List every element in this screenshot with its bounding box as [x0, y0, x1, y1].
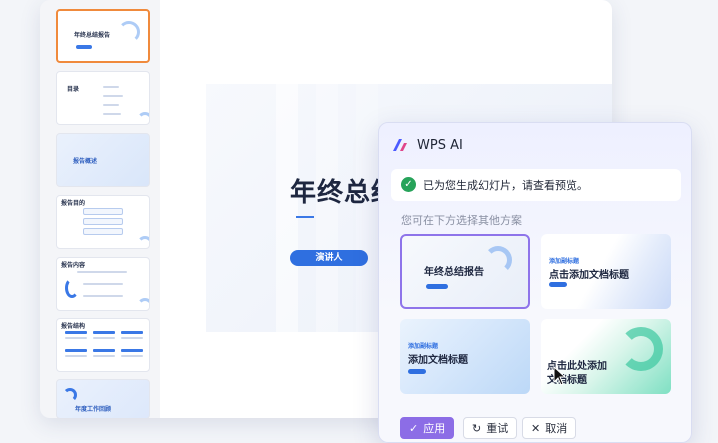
title-underline — [296, 216, 314, 218]
thumb-line — [65, 337, 87, 339]
thumb-bar — [65, 349, 87, 352]
thumb-line — [103, 86, 119, 88]
thumb-line — [103, 104, 119, 106]
thumb-line — [121, 337, 143, 339]
thumb-chip — [83, 218, 123, 225]
check-icon: ✓ — [409, 421, 419, 435]
slide-thumbnail-5[interactable]: 5 报告内容 — [56, 257, 150, 311]
option-swirl — [484, 246, 512, 274]
template-option-3[interactable]: 添加副标题 添加文档标题 — [400, 319, 530, 394]
slide-thumbnail-4[interactable]: 4 报告目的 — [56, 195, 150, 249]
thumb-line — [83, 283, 123, 285]
slide-thumbnail-1[interactable]: 年终总结报告 — [56, 9, 150, 63]
thumb-title: 报告目的 — [61, 200, 86, 207]
option-presenter-pill — [426, 284, 448, 289]
wps-ai-panel: WPS AI ✓ 已为您生成幻灯片，请查看预览。 您可在下方选择其他方案 年终总… — [378, 122, 692, 443]
template-option-2[interactable]: 添加副标题 点击添加文档标题 — [541, 234, 671, 309]
option-ring — [619, 327, 663, 371]
thumb-line — [93, 337, 115, 339]
slide-thumbnail-6[interactable]: 6 报告结构 — [56, 318, 150, 372]
option-title: 年终总结报告 — [424, 267, 484, 278]
option-presenter-pill — [549, 282, 567, 287]
option-title: 添加文档标题 — [408, 355, 468, 366]
retry-label: 重试 — [486, 422, 509, 435]
success-check-icon: ✓ — [401, 177, 416, 192]
cancel-button[interactable]: ✕ 取消 — [522, 417, 577, 439]
options-subtitle: 您可在下方选择其他方案 — [401, 214, 522, 227]
apply-label: 应用 — [423, 422, 446, 435]
thumb-line — [65, 355, 87, 357]
slide-thumbnail-2[interactable]: 2 目录 — [56, 71, 150, 125]
thumb-chip — [83, 228, 123, 235]
template-option-1[interactable]: 年终总结报告 — [400, 234, 530, 309]
thumb-title: 目录 — [67, 86, 80, 93]
thumb-bar — [93, 349, 115, 352]
thumb-bar — [65, 331, 87, 334]
option-title: 点击添加文档标题 — [549, 270, 629, 281]
thumb-swirl — [118, 21, 140, 43]
cancel-label: 取消 — [545, 422, 568, 435]
thumb-arc — [65, 278, 79, 298]
thumb-swirl — [63, 388, 77, 402]
slide-thumbnail-3[interactable]: 报告概述 — [56, 133, 150, 187]
thumb-swirl — [137, 298, 149, 310]
thumb-line — [83, 295, 123, 297]
option-subtitle: 添加副标题 — [408, 343, 439, 350]
thumb-swirl — [137, 112, 149, 124]
option-presenter-pill — [408, 369, 426, 374]
thumb-presenter-pill — [76, 45, 92, 49]
refresh-icon: ↻ — [472, 421, 482, 435]
option-subtitle: 添加副标题 — [549, 258, 580, 265]
close-icon: ✕ — [531, 421, 541, 435]
panel-title: WPS AI — [417, 138, 463, 153]
thumb-bar — [93, 331, 115, 334]
retry-button[interactable]: ↻ 重试 — [463, 417, 518, 439]
thumb-bar — [121, 331, 143, 334]
thumb-title: 报告内容 — [61, 262, 86, 269]
thumb-line — [103, 113, 121, 115]
thumb-line — [121, 355, 143, 357]
apply-button[interactable]: ✓ 应用 — [400, 417, 455, 439]
thumb-line — [77, 271, 127, 273]
presenter-button[interactable]: 演讲人 — [290, 250, 368, 266]
thumb-chip — [83, 208, 123, 215]
slide-thumbnail-7[interactable]: 年度工作回顾 — [56, 379, 150, 418]
thumb-title: 报告结构 — [61, 323, 86, 330]
thumb-bar — [121, 349, 143, 352]
thumb-line — [93, 355, 115, 357]
status-message-text: 已为您生成幻灯片，请查看预览。 — [423, 179, 588, 192]
status-message: ✓ 已为您生成幻灯片，请查看预览。 — [391, 169, 681, 201]
wps-ai-logo-icon — [393, 139, 407, 151]
slide-thumbnail-panel[interactable]: 年终总结报告 2 目录 报告概述 4 报告目的 5 — [52, 0, 152, 418]
thumb-title: 报告概述 — [73, 158, 98, 165]
mouse-pointer-icon — [553, 366, 567, 386]
thumb-title: 年终总结报告 — [74, 32, 111, 39]
thumb-line — [103, 95, 123, 97]
thumb-title: 年度工作回顾 — [75, 406, 112, 413]
thumb-swirl — [137, 236, 149, 248]
